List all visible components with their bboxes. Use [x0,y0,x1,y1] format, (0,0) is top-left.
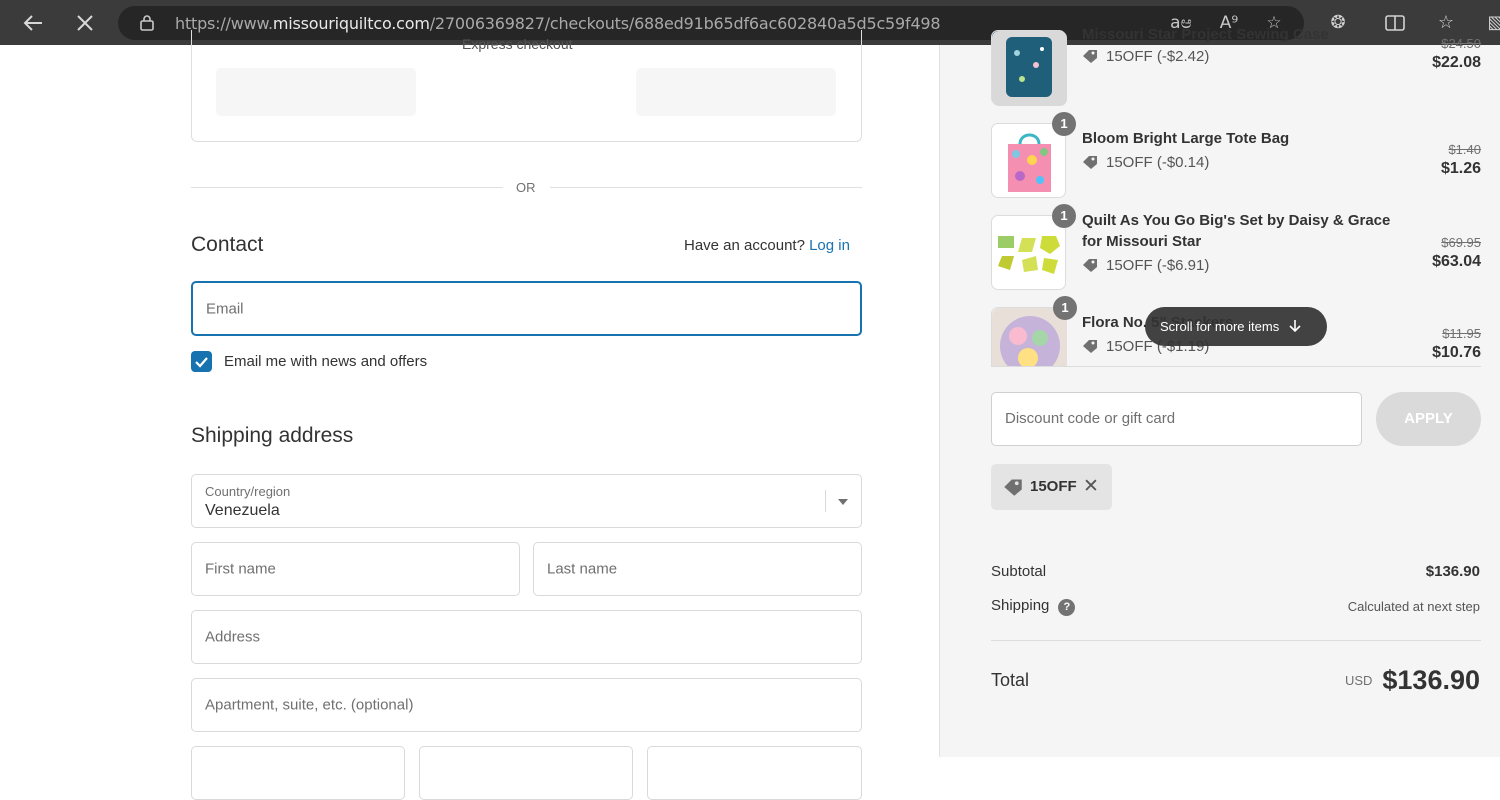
item-discount-text: 15OFF (-$0.14) [1106,154,1210,171]
contact-heading: Contact [191,233,264,256]
item-price: $10.76 [1432,344,1481,361]
scroll-more-items-button[interactable]: Scroll for more items [1145,307,1327,346]
newsletter-label[interactable]: Email me with news and offers [224,353,427,370]
last-name-placeholder: Last name [547,560,618,578]
subtotal-value: $136.90 [1425,563,1480,580]
email-field[interactable]: Email [191,281,862,336]
express-checkout-title: Express checkout [462,36,573,52]
discount-tag-icon [1083,340,1097,353]
quantity-badge: 1 [1052,112,1076,136]
postal-code-field[interactable] [647,746,862,800]
apartment-field[interactable]: Apartment, suite, etc. (optional) [191,678,862,732]
item-name: Bloom Bright Large Tote Bag [1082,130,1290,147]
item-discount: 15OFF (-$2.42) [1082,48,1209,65]
item-discount: 15OFF (-$6.91) [1082,257,1209,274]
remove-discount-icon[interactable]: ✕ [1083,475,1099,497]
scroll-area-edge [991,366,1481,367]
total-amount: USD $136.90 [1345,665,1480,696]
lock-icon[interactable] [140,14,154,31]
first-name-placeholder: First name [205,560,276,578]
address-field[interactable]: Address [191,610,862,664]
first-name-field[interactable]: First name [191,542,520,596]
arrow-down-icon [1289,320,1301,333]
chevron-down-icon [838,499,848,505]
quantity-badge: 1 [1053,296,1077,320]
account-prompt: Have an account? Log in [684,237,850,254]
apartment-placeholder: Apartment, suite, etc. (optional) [205,696,414,714]
item-original-price: $69.95 [1441,235,1481,250]
subtotal-label: Subtotal [991,563,1047,580]
back-arrow-icon[interactable] [18,8,48,38]
item-price: $22.08 [1432,54,1481,71]
collections-icon[interactable]: ▧ [1484,11,1500,35]
newsletter-checkbox[interactable] [191,351,212,372]
item-name: Missouri Star Project Sewing Case [1082,26,1329,43]
divider [991,640,1481,641]
item-price: $63.04 [1432,253,1481,270]
login-link[interactable]: Log in [809,237,850,254]
line-item: 1 Bloom Bright Large Tote Bag 15OFF (-$0… [991,112,1481,203]
express-pay-button[interactable] [216,68,416,116]
product-thumbnail: 1 [991,112,1076,198]
have-account-text: Have an account? [684,237,805,254]
discount-tag-icon [1004,479,1022,496]
discount-tag-icon [1083,156,1097,169]
discount-tag-icon [1083,259,1097,272]
quantity-badge: 1 [1052,204,1076,228]
total-label: Total [991,670,1030,690]
email-placeholder: Email [206,300,244,317]
currency-code: USD [1344,673,1373,688]
total-value: $136.90 [1382,665,1480,695]
help-icon[interactable]: ? [1058,599,1076,616]
item-original-price: $1.40 [1448,142,1481,157]
city-field[interactable] [191,746,405,800]
shipping-row: Shipping? [991,597,1076,616]
country-select[interactable]: Country/region Venezuela [191,474,862,528]
shipping-heading: Shipping address [191,424,354,447]
product-thumbnail [991,307,1067,366]
discount-code-input[interactable]: Discount code or gift card [991,392,1362,446]
express-pay-button[interactable] [636,68,836,116]
line-item: Missouri Star Project Sewing Case 15OFF … [991,26,1481,110]
shipping-label: Shipping [991,597,1050,614]
apply-button[interactable]: APPLY [1376,392,1481,446]
shipping-value: Calculated at next step [1347,599,1480,614]
checkmark-icon [195,357,208,368]
product-thumbnail [991,30,1067,106]
item-name: Quilt As You Go Big's Set by Daisy & Gra… [1082,212,1391,250]
order-summary: Missouri Star Project Sewing Case 15OFF … [939,26,1500,757]
item-original-price: $11.95 [1442,326,1481,341]
line-item: 1 Quilt As You Go Big's Set by Daisy & G… [991,204,1481,295]
divider [550,187,862,188]
stop-loading-icon[interactable] [70,8,100,38]
applied-discount-code: 15OFF [1030,478,1077,495]
product-thumbnail: 1 [991,204,1076,290]
or-separator: OR [516,180,536,195]
scroll-hint-text: Scroll for more items [1160,319,1280,334]
item-price: $1.26 [1440,160,1481,177]
applied-discount-chip: 15OFF ✕ [991,464,1112,510]
discount-placeholder: Discount code or gift card [1005,410,1176,427]
express-checkout-box: Express checkout [191,30,862,142]
select-separator [825,490,826,512]
last-name-field[interactable]: Last name [533,542,862,596]
item-discount-text: 15OFF (-$2.42) [1106,48,1210,65]
item-original-price: $24.50 [1441,36,1481,51]
item-discount-text: 15OFF (-$6.91) [1106,257,1210,274]
country-value: Venezuela [205,502,280,519]
item-discount: 15OFF (-$0.14) [1082,154,1209,171]
state-field[interactable] [419,746,633,800]
divider [191,187,503,188]
country-label: Country/region [205,484,291,499]
discount-tag-icon [1083,50,1097,63]
address-placeholder: Address [205,628,261,646]
